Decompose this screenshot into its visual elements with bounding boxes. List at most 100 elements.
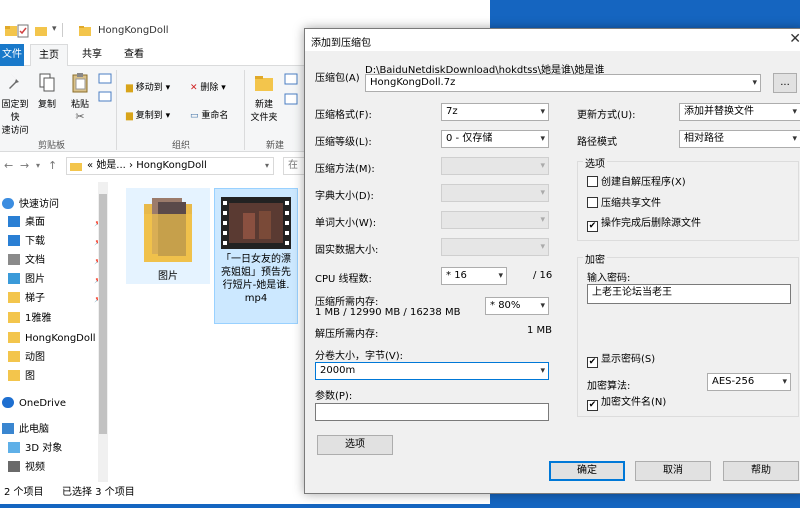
- parameters-input[interactable]: [315, 403, 549, 421]
- nav-item[interactable]: 快速访问: [2, 196, 102, 214]
- checkbox-icon[interactable]: [587, 197, 598, 208]
- help-button[interactable]: 帮助: [723, 461, 799, 481]
- properties-icon[interactable]: [16, 23, 30, 39]
- folder-tile-pictures[interactable]: 图片: [126, 188, 210, 284]
- password-input[interactable]: 上老王论坛当老王: [587, 284, 791, 304]
- rename-button[interactable]: ▭ 重命名: [190, 108, 228, 121]
- file-name-line: mp4: [244, 293, 268, 304]
- encrypt-names-checkbox[interactable]: ✔ 加密文件名(N): [587, 397, 666, 411]
- compress-shared-checkbox[interactable]: 压缩共享文件: [587, 197, 661, 210]
- ok-button[interactable]: 确定: [549, 461, 625, 481]
- nav-item[interactable]: 下载📌: [8, 233, 108, 251]
- chevron-down-icon[interactable]: ▾: [540, 363, 545, 379]
- chevron-down-icon[interactable]: ▾: [792, 131, 797, 147]
- encryption-method-select[interactable]: AES-256 ▾: [707, 373, 791, 391]
- nav-scrollbar-thumb[interactable]: [99, 194, 107, 434]
- nav-item[interactable]: 视频: [8, 459, 108, 477]
- forward-arrow-icon[interactable]: →: [20, 159, 29, 172]
- cut-icon[interactable]: ✂: [66, 110, 94, 123]
- file-tile-video[interactable]: 「一日女友的漂 亮姐姐」预告先 行短片-她是谁. mp4: [214, 188, 298, 324]
- level-select[interactable]: 0 - 仅存储 ▾: [441, 130, 549, 148]
- path-overflow[interactable]: «: [87, 160, 93, 171]
- split-size-input[interactable]: 2000m ▾: [315, 362, 549, 380]
- nav-item[interactable]: 图: [8, 368, 108, 386]
- tab-share[interactable]: 共享: [74, 44, 110, 66]
- address-dropdown-icon[interactable]: ▾: [265, 158, 269, 174]
- delete-after-checkbox[interactable]: ✔ 操作完成后删除源文件: [587, 218, 701, 232]
- nav-item-label: OneDrive: [19, 398, 67, 409]
- window-title: HongKongDoll: [98, 25, 169, 36]
- tab-home[interactable]: 主页: [30, 44, 68, 66]
- nav-item[interactable]: 桌面📌: [8, 214, 108, 232]
- new-folder-icon[interactable]: [34, 23, 48, 39]
- recent-dropdown-icon[interactable]: ▾: [36, 161, 40, 170]
- path-mode-select[interactable]: 相对路径 ▾: [679, 130, 800, 148]
- chevron-down-icon[interactable]: ▾: [540, 131, 545, 147]
- word-size-select[interactable]: ▾: [441, 211, 549, 229]
- pin-quick-access-button[interactable]: 固定到快 速访问: [0, 72, 30, 136]
- file-name-line: 「一日女友的漂: [221, 254, 291, 265]
- options-button[interactable]: 选项: [317, 435, 393, 455]
- new-folder-button[interactable]: 新建 文件夹: [248, 72, 280, 123]
- organize-group-label: 组织: [172, 141, 191, 151]
- cpu-threads-max: / 16: [533, 270, 553, 281]
- checkmark-icon[interactable]: ✔: [587, 400, 598, 411]
- address-input[interactable]: « 她是... › HongKongDoll ▾: [66, 157, 274, 175]
- breadcrumb-parent[interactable]: 她是...: [96, 160, 126, 171]
- chevron-down-icon[interactable]: ▾: [540, 104, 545, 120]
- folder-icon: [79, 26, 91, 36]
- nav-item[interactable]: 文档📌: [8, 252, 108, 270]
- dialog-title: 添加到压缩包: [311, 38, 371, 49]
- update-mode-select[interactable]: 添加并替换文件 ▾: [679, 103, 800, 121]
- format-select[interactable]: 7z ▾: [441, 103, 549, 121]
- folder-icon: [8, 370, 20, 381]
- back-arrow-icon[interactable]: ←: [4, 159, 13, 172]
- paste-button[interactable]: 粘贴 ✂: [66, 72, 94, 123]
- update-mode-label: 更新方式(U):: [577, 110, 636, 121]
- parameters-label: 参数(P):: [315, 391, 353, 402]
- archive-name-input[interactable]: HongKongDoll.7z ▾: [365, 74, 761, 92]
- cpu-threads-select[interactable]: * 16 ▾: [441, 267, 507, 285]
- memory-percent-select[interactable]: * 80% ▾: [485, 297, 549, 315]
- move-to-button[interactable]: ▆ 移动到 ▾: [126, 80, 170, 93]
- show-password-checkbox[interactable]: ✔ 显示密码(S): [587, 354, 655, 368]
- new-item-icon[interactable]: [284, 72, 300, 112]
- chevron-down-icon[interactable]: ▾: [498, 268, 503, 284]
- nav-item[interactable]: 动图: [8, 349, 108, 367]
- chevron-down-icon[interactable]: ▾: [540, 298, 545, 314]
- nav-item[interactable]: 梯子📌: [8, 290, 108, 308]
- cancel-button[interactable]: 取消: [635, 461, 711, 481]
- dict-size-select[interactable]: ▾: [441, 184, 549, 202]
- browse-button[interactable]: ...: [773, 73, 797, 93]
- chevron-down-icon[interactable]: ▾: [752, 75, 757, 91]
- decompress-memory-value: 1 MB: [527, 325, 553, 336]
- copy-button[interactable]: 复制: [34, 72, 60, 110]
- chevron-down-icon[interactable]: ▾: [782, 374, 787, 390]
- copy-to-button[interactable]: ▆ 复制到 ▾: [126, 108, 170, 121]
- desktop-icon: [8, 216, 20, 227]
- method-select[interactable]: ▾: [441, 157, 549, 175]
- close-icon[interactable]: ✕: [789, 31, 800, 47]
- nav-item[interactable]: OneDrive: [2, 395, 102, 413]
- qat-dropdown-icon[interactable]: ▾: [52, 24, 57, 40]
- nav-item[interactable]: 1雅雅: [8, 310, 108, 328]
- breadcrumb-current[interactable]: HongKongDoll: [136, 160, 207, 171]
- nav-item[interactable]: 图片📌: [8, 271, 108, 289]
- up-arrow-icon[interactable]: ↑: [48, 159, 57, 172]
- delete-button[interactable]: ✕ 删除 ▾: [190, 80, 226, 93]
- nav-item[interactable]: 此电脑: [2, 421, 102, 439]
- solid-size-label: 固实数据大小:: [315, 245, 379, 256]
- checkmark-icon[interactable]: ✔: [587, 221, 598, 232]
- checkbox-icon[interactable]: [587, 176, 598, 187]
- chevron-down-icon[interactable]: ▾: [792, 104, 797, 120]
- tab-file[interactable]: 文件: [0, 44, 24, 66]
- checkmark-icon[interactable]: ✔: [587, 357, 598, 368]
- clipboard-small-icons[interactable]: [98, 72, 112, 132]
- create-sfx-checkbox[interactable]: 创建自解压程序(X): [587, 176, 686, 189]
- solid-size-select[interactable]: ▾: [441, 238, 549, 256]
- tab-view[interactable]: 查看: [116, 44, 152, 66]
- nav-item[interactable]: 3D 对象: [8, 440, 108, 458]
- encryption-method-value: AES-256: [712, 376, 755, 387]
- nav-item[interactable]: HongKongDoll: [8, 330, 108, 348]
- nav-scrollbar[interactable]: [98, 182, 108, 482]
